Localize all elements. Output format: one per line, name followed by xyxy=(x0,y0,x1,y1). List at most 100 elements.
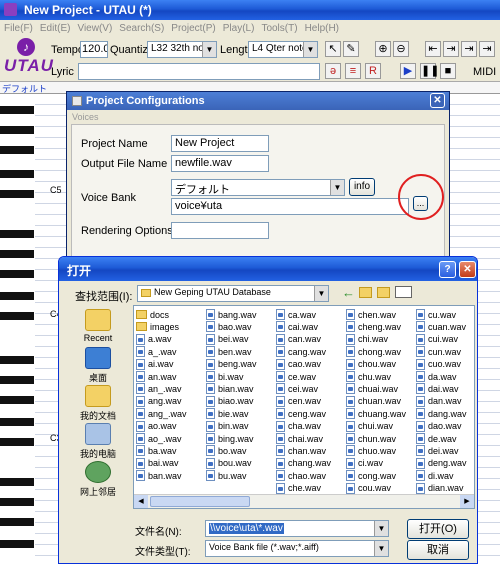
file-item[interactable]: ca.wav xyxy=(276,308,316,321)
pencil-tool-icon[interactable]: ✎ xyxy=(343,41,359,57)
menu-tools[interactable]: Tools(T) xyxy=(261,23,297,34)
file-item[interactable]: bao.wav xyxy=(206,320,252,333)
file-item[interactable]: cheng.wav xyxy=(346,320,401,333)
file-item[interactable]: chan.wav xyxy=(276,444,326,457)
cancel-button[interactable]: 取消 xyxy=(407,540,469,560)
pause-icon[interactable]: ❚❚ xyxy=(420,63,439,79)
file-item[interactable]: can.wav xyxy=(276,333,321,346)
file-item[interactable]: de.wav xyxy=(416,432,457,445)
file-item[interactable]: da.wav xyxy=(416,370,457,383)
filetype-select[interactable]: Voice Bank file (*.wav;*.aiff) ▼ xyxy=(205,540,389,557)
file-item[interactable]: chai.wav xyxy=(276,432,323,445)
file-item[interactable]: ce.wav xyxy=(276,370,316,383)
file-item[interactable]: dai.wav xyxy=(416,382,459,395)
file-item[interactable]: bu.wav xyxy=(206,469,247,482)
view-menu-icon[interactable] xyxy=(395,286,412,298)
file-item[interactable]: cuo.wav xyxy=(416,358,461,371)
scroll-right-icon[interactable]: ▶ xyxy=(460,495,474,508)
length-select[interactable]: L4 Qter note ▼ xyxy=(248,41,318,58)
go-start-icon[interactable]: ⇤ xyxy=(425,41,441,57)
close-icon[interactable]: ✕ xyxy=(459,261,476,278)
file-item[interactable]: chun.wav xyxy=(346,432,396,445)
voice-bank-select[interactable]: デフォルト ▼ xyxy=(171,179,345,196)
file-item[interactable]: cang.wav xyxy=(276,345,326,358)
file-item[interactable]: cai.wav xyxy=(276,320,318,333)
menu-file[interactable]: File(F) xyxy=(4,23,33,34)
file-item[interactable]: chi.wav xyxy=(346,333,388,346)
file-item[interactable]: di.wav xyxy=(416,469,454,482)
project-name-input[interactable]: New Project xyxy=(171,135,269,152)
file-item[interactable]: cou.wav xyxy=(346,482,391,495)
file-item[interactable]: cun.wav xyxy=(416,345,461,358)
cursor-tool-icon[interactable]: ↖ xyxy=(325,41,341,57)
file-item[interactable]: ci.wav xyxy=(346,457,383,470)
up-folder-icon[interactable] xyxy=(359,287,372,298)
file-item[interactable]: dan.wav xyxy=(416,395,462,408)
go-end-icon[interactable]: ⇥ xyxy=(479,41,495,57)
tab-voices[interactable]: Voices xyxy=(72,112,99,122)
filename-input[interactable]: \\voice\uta\*.wav ▼ xyxy=(205,520,389,537)
file-item[interactable]: cei.wav xyxy=(276,382,318,395)
play-icon[interactable]: ▶ xyxy=(400,63,416,79)
quantize-select[interactable]: L32 32th note ▼ xyxy=(147,41,217,58)
file-item[interactable]: bou.wav xyxy=(206,457,252,470)
file-item[interactable]: bo.wav xyxy=(206,444,247,457)
file-item[interactable]: chu.wav xyxy=(346,370,391,383)
file-item[interactable]: chuang.wav xyxy=(346,407,406,420)
menu-play[interactable]: Play(L) xyxy=(223,23,255,34)
help-icon[interactable]: ? xyxy=(439,261,456,278)
file-item[interactable]: bie.wav xyxy=(206,407,249,420)
file-item[interactable]: dei.wav xyxy=(416,444,459,457)
menu-search[interactable]: Search(S) xyxy=(119,23,164,34)
file-item[interactable]: bi.wav xyxy=(206,370,244,383)
file-item[interactable]: chang.wav xyxy=(276,457,331,470)
file-item[interactable]: biao.wav xyxy=(206,395,254,408)
info-button[interactable]: info xyxy=(349,178,375,196)
file-item[interactable]: cen.wav xyxy=(276,395,321,408)
file-item[interactable]: bing.wav xyxy=(206,432,254,445)
file-item[interactable]: dian.wav xyxy=(416,482,464,495)
place-my-computer[interactable]: 我的电脑 xyxy=(67,423,129,460)
file-item[interactable]: chen.wav xyxy=(346,308,396,321)
file-item[interactable]: bang.wav xyxy=(206,308,257,321)
tempo-input[interactable]: 120.0 xyxy=(80,41,108,58)
next-icon[interactable]: ⇥ xyxy=(461,41,477,57)
file-item[interactable]: a.wav xyxy=(136,333,172,346)
file-list[interactable]: docs images a.wav a_.wav ai.wav an.wav an_.wav… xyxy=(133,305,475,509)
midi-label[interactable]: MIDI xyxy=(473,66,496,78)
horizontal-scrollbar[interactable]: ◀ ▶ xyxy=(134,494,474,508)
file-item[interactable]: bian.wav xyxy=(206,382,254,395)
file-item[interactable]: chao.wav xyxy=(276,469,326,482)
file-item[interactable]: ben.wav xyxy=(206,345,252,358)
file-item[interactable]: cui.wav xyxy=(416,333,458,346)
file-item[interactable]: cong.wav xyxy=(346,469,396,482)
file-item[interactable]: cu.wav xyxy=(416,308,456,321)
file-item[interactable]: dang.wav xyxy=(416,407,467,420)
file-item[interactable]: ai.wav xyxy=(136,358,174,371)
look-in-select[interactable]: New Geping UTAU Database ▼ xyxy=(137,285,329,302)
file-item[interactable]: cha.wav xyxy=(276,420,321,433)
menu-edit[interactable]: Edit(E) xyxy=(40,23,71,34)
file-item[interactable]: ao.wav xyxy=(136,420,177,433)
file-item[interactable]: chuo.wav xyxy=(346,444,396,457)
file-item[interactable]: beng.wav xyxy=(206,358,257,371)
voice-path-input[interactable]: voice¥uta xyxy=(171,198,409,215)
file-item[interactable]: cuan.wav xyxy=(416,320,466,333)
file-item[interactable]: ba.wav xyxy=(136,444,177,457)
file-item[interactable]: bin.wav xyxy=(206,420,249,433)
folder-item[interactable]: docs xyxy=(136,308,169,321)
menu-help[interactable]: Help(H) xyxy=(305,23,339,34)
file-item[interactable]: deng.wav xyxy=(416,457,467,470)
place-my-documents[interactable]: 我的文档 xyxy=(67,385,129,422)
file-item[interactable]: cao.wav xyxy=(276,358,321,371)
file-item[interactable]: a_.wav xyxy=(136,345,177,358)
lyric-input[interactable] xyxy=(78,63,320,80)
prev-icon[interactable]: ⇥ xyxy=(443,41,459,57)
back-icon[interactable]: ← xyxy=(342,285,355,300)
file-item[interactable]: an.wav xyxy=(136,370,177,383)
file-item[interactable]: chuan.wav xyxy=(346,395,401,408)
menu-view[interactable]: View(V) xyxy=(77,23,112,34)
file-item[interactable]: ang_.wav xyxy=(136,407,187,420)
replace-lyric-icon[interactable]: R xyxy=(365,63,381,79)
open-button[interactable]: 打开(O) xyxy=(407,519,469,539)
